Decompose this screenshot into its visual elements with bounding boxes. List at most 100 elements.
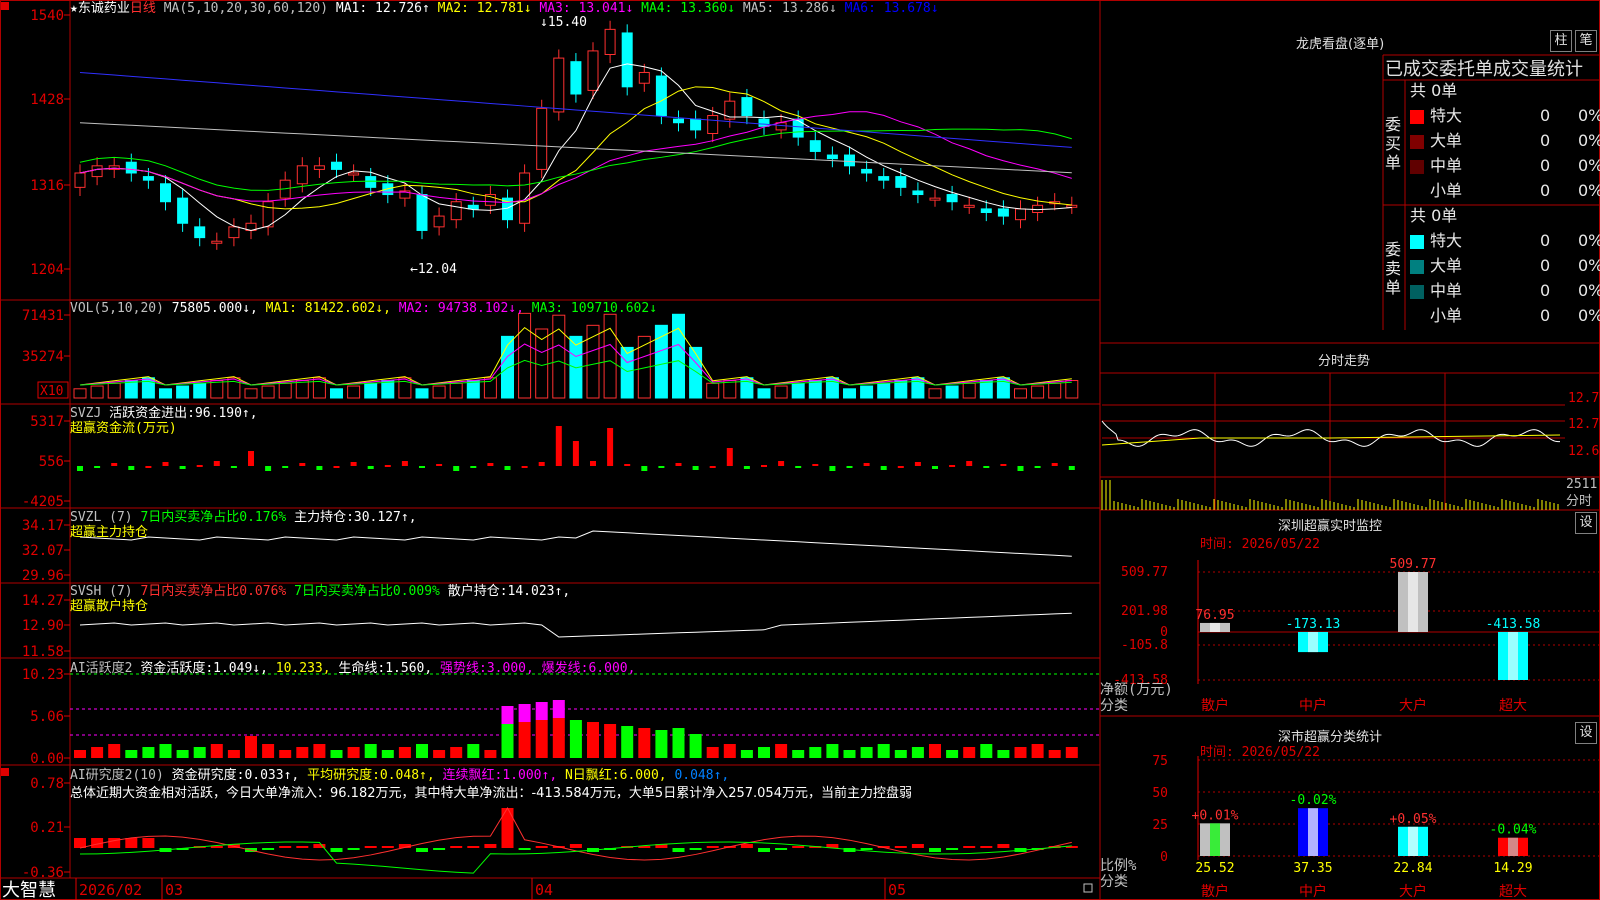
svzj-bar [983, 466, 990, 468]
volume-bar [620, 346, 634, 399]
price-axis-tick: 1316 [30, 178, 64, 194]
svzj-bar [1051, 463, 1058, 466]
svzj-bar [470, 466, 477, 468]
realtime-bar-value: 509.77 [1390, 557, 1437, 572]
svzj-bar [367, 466, 374, 469]
ai2-axis-tick: -0.36 [22, 865, 64, 881]
ai1-bar [262, 744, 275, 758]
svzj-axis-tick: -4205 [22, 494, 64, 510]
volume-bar [176, 385, 190, 399]
svzj-bar [1068, 466, 1075, 470]
ai1-bar [809, 747, 822, 758]
ai1-bar [604, 724, 617, 758]
realtime-bar [1200, 622, 1230, 632]
svzj-bar [487, 463, 494, 466]
ai1-bar [826, 744, 839, 758]
candle-body [929, 197, 941, 201]
ai1-bar [1065, 747, 1078, 758]
row-count: 0 [1540, 131, 1551, 150]
volume-bar [757, 388, 771, 399]
svzj-bar [128, 466, 135, 470]
candle-body [1032, 204, 1044, 213]
color-swatch [1410, 109, 1424, 124]
volume-bar [877, 382, 891, 399]
intraday-avg-line [1101, 434, 1561, 446]
intraday-price-label: 12.78 [1568, 391, 1600, 406]
ai2-bar [433, 848, 446, 850]
ai1-bar [227, 750, 240, 758]
ai2-bar [484, 844, 497, 848]
svzj-bar [743, 466, 750, 469]
volume-bar [295, 380, 309, 399]
svzj-bar [419, 466, 425, 468]
realtime-x-tick: 大户 [1399, 697, 1427, 714]
ai2-axis-tick: 0.78 [30, 776, 64, 792]
star-icon: ★ [70, 1, 78, 16]
volume-bar [518, 312, 532, 399]
svzj-bar [213, 461, 220, 466]
ai1-axis-tick: 0.00 [30, 751, 64, 767]
row-label: 中单 [1430, 281, 1463, 300]
category-bar-value: 37.35 [1293, 861, 1332, 876]
ai1-bar [313, 744, 326, 758]
intraday-unit-label: 分时 [1566, 494, 1592, 509]
intraday-price-label: 12.66 [1568, 444, 1600, 459]
svzj-bar [401, 461, 408, 466]
ma-params: MA(5,10,20,30,60,120) [163, 1, 329, 16]
svsh-axis-tick: 11.58 [22, 644, 64, 660]
svzj-bar [572, 441, 579, 466]
svzj-bar [248, 451, 254, 466]
pen-mode-button[interactable]: 笔 [1575, 30, 1597, 52]
candle-body [980, 208, 992, 213]
ai1-bar [279, 750, 292, 758]
volume-bar [364, 382, 378, 399]
realtime-settings-button[interactable]: 设 [1575, 512, 1597, 534]
svzj-bar [675, 463, 682, 466]
buy-row: 中单 0 0% [1410, 154, 1600, 178]
volume-bar [1048, 382, 1062, 399]
candle-body [707, 115, 719, 134]
ai2-bar [997, 844, 1010, 848]
category-bar [1298, 808, 1328, 856]
svzj-bar [145, 466, 152, 468]
volume-bar [672, 313, 685, 399]
candle-body [826, 154, 838, 160]
svzj-bar [692, 466, 699, 470]
ma-value-4: MA4: 13.360↓ [633, 1, 736, 16]
ai1-bar [518, 722, 531, 758]
ai1-bar [245, 736, 257, 758]
realtime-bar-shine [1508, 632, 1518, 680]
svzj-bar [299, 463, 306, 466]
vol-axis-tick: 71431 [22, 308, 64, 324]
intraday-vol-label: 2511 [1566, 477, 1597, 492]
svzj-bar [77, 466, 83, 471]
ai1-peak-bar [518, 704, 531, 722]
bar-mode-button[interactable]: 柱 [1550, 30, 1572, 52]
svzj-bar [914, 462, 921, 466]
ai1-bar [894, 750, 907, 758]
volume-bar [210, 380, 224, 399]
category-y-tick: 25 [1152, 818, 1168, 833]
category-bar-change: +0.05% [1390, 812, 1437, 827]
ai2-bar [792, 846, 805, 848]
ai2-bar [347, 848, 360, 850]
svzj-bar [761, 465, 767, 467]
volume-bar [193, 382, 207, 399]
ma-value-5: MA5: 13.286↓ [735, 1, 837, 16]
ai1-bar [467, 744, 480, 758]
ma-value-2: MA2: 12.781↓ [429, 1, 532, 16]
svzj-bar [94, 466, 101, 468]
ai1-bar [963, 747, 976, 758]
ai1-bar [74, 750, 86, 758]
period-label[interactable]: 日线 [130, 1, 156, 16]
stock-name[interactable]: 东诚药业 [78, 1, 130, 16]
chart-canvas[interactable]: 1540 1428 1316 1204 71431 35274 X10 5317 556 -420… [0, 0, 1600, 900]
volume-bar [124, 380, 138, 399]
row-percent: 0% [1578, 256, 1600, 275]
category-settings-button[interactable]: 设 [1575, 722, 1597, 744]
ai1-bar [655, 730, 668, 758]
svzj-bar [778, 461, 785, 466]
volume-bar [466, 380, 480, 399]
ai1-bar [347, 747, 360, 758]
row-count: 0 [1540, 156, 1551, 175]
